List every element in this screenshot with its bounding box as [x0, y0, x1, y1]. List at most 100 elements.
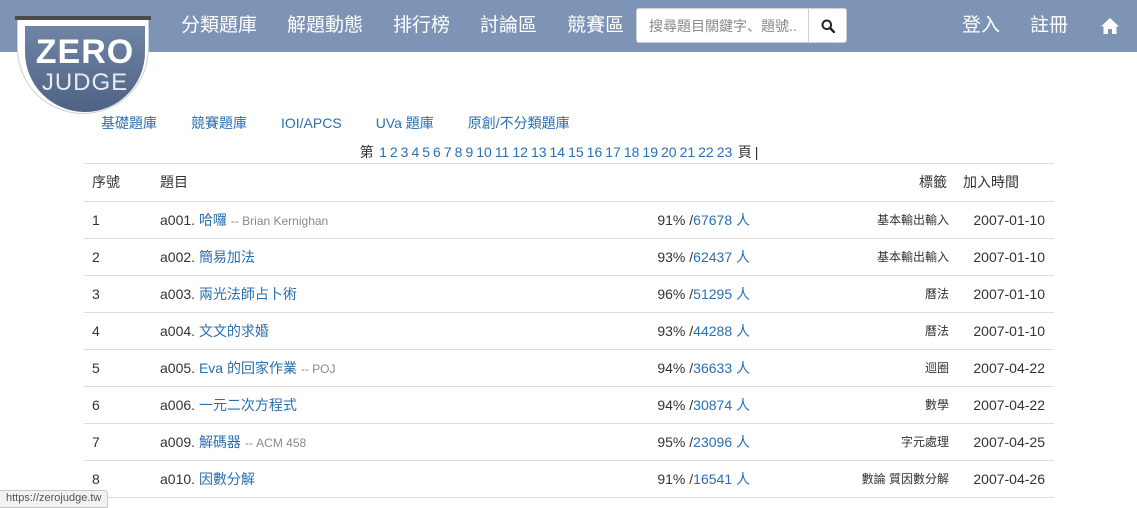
page-link[interactable]: 22 [698, 144, 714, 160]
problem-title-link[interactable]: 解碼器 [199, 434, 241, 450]
page-link[interactable]: 20 [661, 144, 677, 160]
category-tabs: 基礎題庫 競賽題庫 IOI/APCS UVa 題庫 原創/不分類題庫 [84, 113, 587, 133]
table-row: 6 a006. 一元二次方程式 94% /30874 人數學 2007-04-22 [84, 386, 1054, 424]
problem-id: a009. [160, 433, 196, 450]
pagination-prefix: 第 [359, 144, 374, 160]
solver-count-link[interactable]: 62437 人 [693, 249, 750, 265]
nav-item-forum[interactable]: 討論區 [465, 0, 552, 52]
row-date: 2007-01-10 [963, 312, 1054, 350]
row-tags: 曆法 [818, 275, 963, 313]
page-link[interactable]: 19 [642, 144, 658, 160]
table-row: 1 a001. 哈囉 -- Brian Kernighan 91% /67678 人… [84, 201, 1054, 239]
logo-text-zero: ZERO [35, 33, 135, 71]
page-link[interactable]: 13 [531, 144, 547, 160]
home-button[interactable] [1083, 0, 1137, 52]
pagination: 第 1 2 3 4 5 6 7 8 9 10 11 12 13 14 15 16 17 18 19 20 21 22 23 … [84, 140, 1054, 164]
row-title-cell: a003. 兩光法師占卜術 [152, 275, 598, 313]
row-date: 2007-04-26 [963, 460, 1054, 498]
row-rate-cell: 95% /23096 人 [598, 423, 818, 461]
row-num: 4 [84, 312, 152, 350]
page-link[interactable]: 17 [605, 144, 621, 160]
problem-title-link[interactable]: 一元二次方程式 [199, 397, 297, 413]
row-title-cell: a010. 因數分解 [152, 460, 598, 498]
problem-id: a010. [160, 470, 196, 487]
problem-title-link[interactable]: 文文的求婚 [199, 323, 269, 339]
page-link[interactable]: 21 [680, 144, 696, 160]
problem-id: a001. [160, 211, 196, 228]
page-link[interactable]: 2 [390, 144, 398, 160]
solver-count-link[interactable]: 16541 人 [693, 471, 750, 487]
header-tags: 標籤 [818, 164, 963, 202]
problem-title-link[interactable]: 哈囉 [199, 212, 227, 228]
nav-item-submissions[interactable]: 解題動態 [272, 0, 378, 52]
row-tags: 迴圈 [818, 349, 963, 387]
row-num: 7 [84, 423, 152, 461]
problem-title-link[interactable]: 兩光法師占卜術 [199, 286, 297, 302]
problem-title-link[interactable]: 因數分解 [199, 471, 255, 487]
row-rate-cell: 91% /16541 人 [598, 460, 818, 498]
page-link[interactable]: 9 [465, 144, 473, 160]
row-title-cell: a009. 解碼器 -- ACM 458 [152, 423, 598, 461]
problem-id: a002. [160, 248, 196, 265]
home-icon [1101, 18, 1119, 34]
solver-count-link[interactable]: 36633 人 [693, 360, 750, 376]
tab-ioi-apcs[interactable]: IOI/APCS [264, 113, 359, 133]
row-rate-cell: 94% /36633 人 [598, 349, 818, 387]
nav-right: 登入 註冊 [947, 0, 1137, 52]
nav-item-contests[interactable]: 競賽區 [552, 0, 639, 52]
page-link[interactable]: 18 [624, 144, 640, 160]
tab-basic[interactable]: 基礎題庫 [84, 113, 174, 133]
page-link[interactable]: 8 [455, 144, 463, 160]
tab-uva[interactable]: UVa 題庫 [359, 113, 451, 133]
row-tags: 基本輸出輸入 [818, 201, 963, 239]
row-date: 2007-01-10 [963, 201, 1054, 239]
acceptance-rate: 95% / [657, 433, 694, 450]
row-date: 2007-04-22 [963, 349, 1054, 387]
table-row: 2 a002. 簡易加法 93% /62437 人基本輸出輸入 2007-01-10 [84, 238, 1054, 276]
page-link[interactable]: 10 [476, 144, 492, 160]
row-tags: 數論 質因數分解 [818, 460, 963, 498]
login-link[interactable]: 登入 [947, 0, 1015, 52]
row-num: 2 [84, 238, 152, 276]
row-num: 6 [84, 386, 152, 424]
nav-item-ranking[interactable]: 排行榜 [378, 0, 465, 52]
page-link[interactable]: 16 [587, 144, 603, 160]
search-icon [821, 19, 835, 33]
solver-count-link[interactable]: 30874 人 [693, 397, 750, 413]
page-link[interactable]: 23 [717, 144, 733, 160]
page-link[interactable]: 6 [433, 144, 441, 160]
page-link[interactable]: 7 [444, 144, 452, 160]
top-navbar: 分類題庫 解題動態 排行榜 討論區 競賽區 登入 註冊 [0, 0, 1137, 52]
solver-count-link[interactable]: 23096 人 [693, 434, 750, 450]
register-link[interactable]: 註冊 [1015, 0, 1083, 52]
tab-contest[interactable]: 競賽題庫 [174, 113, 264, 133]
tab-original[interactable]: 原創/不分類題庫 [451, 113, 587, 133]
row-tags: 數學 [818, 386, 963, 424]
row-tags: 基本輸出輸入 [818, 238, 963, 276]
page-link[interactable]: 1 [379, 144, 387, 160]
page-link[interactable]: 15 [568, 144, 584, 160]
page-link[interactable]: 14 [550, 144, 566, 160]
page-link[interactable]: 5 [422, 144, 430, 160]
solver-count-link[interactable]: 51295 人 [693, 286, 750, 302]
page-link[interactable]: 11 [495, 144, 510, 160]
problem-title-link[interactable]: Eva 的回家作業 [199, 360, 297, 376]
nav-item-categories[interactable]: 分類題庫 [166, 0, 272, 52]
page-link[interactable]: 4 [411, 144, 419, 160]
row-date: 2007-04-22 [963, 386, 1054, 424]
page-link[interactable]: 12 [512, 144, 528, 160]
page-link[interactable]: 3 [401, 144, 409, 160]
row-title-cell: a004. 文文的求婚 [152, 312, 598, 350]
problem-title-link[interactable]: 簡易加法 [199, 249, 255, 265]
row-date: 2007-04-25 [963, 423, 1054, 461]
header-title: 題目 [152, 164, 598, 202]
solver-count-link[interactable]: 67678 人 [693, 212, 750, 228]
row-rate-cell: 93% /62437 人 [598, 238, 818, 276]
row-num: 5 [84, 349, 152, 387]
search-input[interactable] [636, 8, 808, 43]
solver-count-link[interactable]: 44288 人 [693, 323, 750, 339]
row-date: 2007-01-10 [963, 238, 1054, 276]
site-logo[interactable]: ZERO JUDGE [15, 14, 151, 114]
search-button[interactable] [808, 8, 847, 43]
table-row: 3 a003. 兩光法師占卜術 96% /51295 人曆法 2007-01-10 [84, 275, 1054, 313]
